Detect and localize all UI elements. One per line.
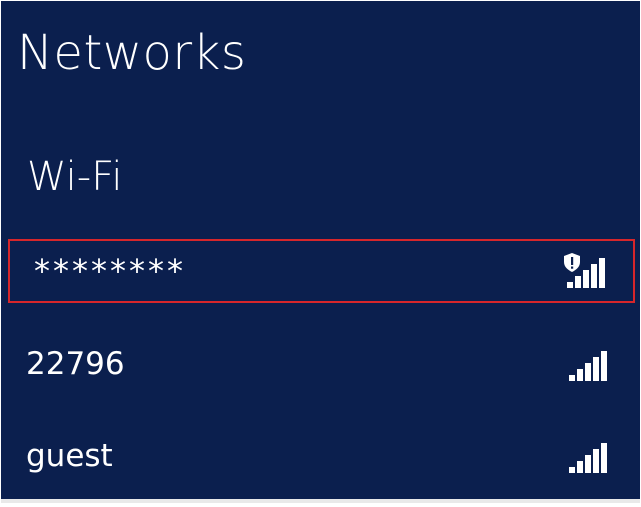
- network-name: guest: [26, 438, 113, 474]
- panel-title: Networks: [17, 25, 247, 81]
- networks-panel: Networks Wi-Fi ******** 22796 guest: [1, 1, 640, 503]
- wifi-signal-warning-icon: [564, 253, 605, 288]
- network-name: 22796: [26, 346, 125, 382]
- network-item-guest[interactable]: guest: [8, 424, 635, 488]
- network-item-22796[interactable]: 22796: [8, 332, 635, 396]
- wifi-section-label: Wi-Fi: [27, 154, 123, 200]
- network-name: ********: [34, 252, 186, 290]
- wifi-signal-icon: [569, 443, 607, 473]
- wifi-signal-icon: [569, 351, 607, 381]
- network-item-masked[interactable]: ********: [8, 239, 635, 303]
